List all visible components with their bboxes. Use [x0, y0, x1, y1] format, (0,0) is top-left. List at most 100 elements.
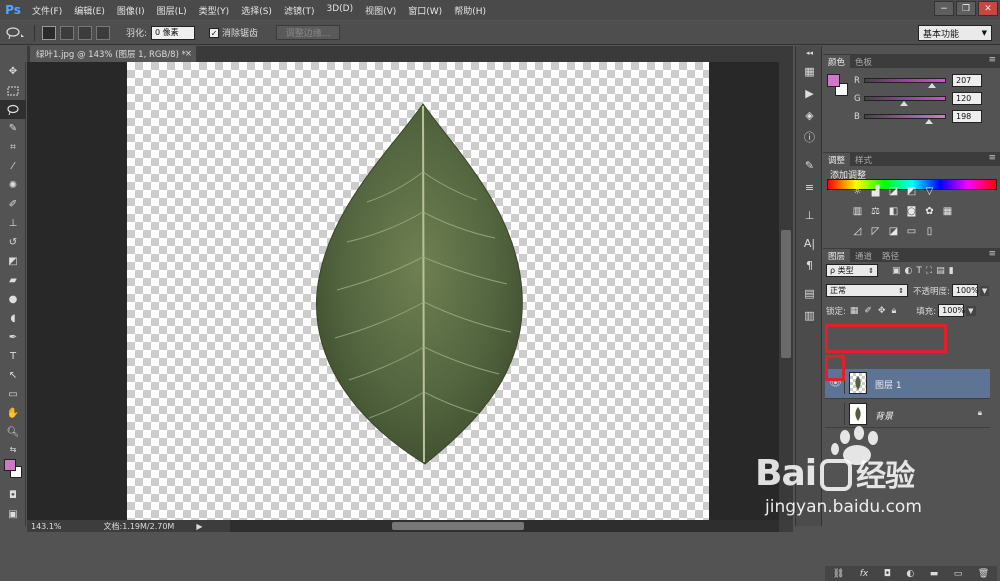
- lock-position-icon[interactable]: ✥: [878, 306, 886, 316]
- layer-name[interactable]: 背景: [875, 409, 893, 422]
- screen-mode-icon[interactable]: ▣: [0, 505, 26, 524]
- lasso-tool-icon[interactable]: [0, 100, 26, 119]
- panel-menu-icon[interactable]: ≡: [988, 153, 996, 163]
- layer-row[interactable]: 背景 🔒︎: [825, 400, 990, 428]
- slider-knob[interactable]: [925, 119, 933, 124]
- minimize-button[interactable]: −: [934, 1, 954, 16]
- filter-toggle-icon[interactable]: ▮: [949, 266, 954, 276]
- menu-item[interactable]: 帮助(H): [448, 4, 492, 17]
- fill-dropdown-icon[interactable]: ▼: [966, 305, 976, 316]
- delete-layer-icon[interactable]: 🗑︎: [978, 569, 989, 579]
- restore-button[interactable]: ❐: [956, 1, 976, 16]
- layer-comps-icon[interactable]: ▥: [796, 304, 823, 326]
- lock-transparent-icon[interactable]: ▦: [850, 306, 859, 316]
- lasso-preset-icon[interactable]: [0, 26, 30, 40]
- gradient-map-icon[interactable]: ▯: [921, 224, 938, 239]
- fg-color-preview[interactable]: [827, 74, 840, 87]
- pen-tool-icon[interactable]: ✒: [0, 328, 26, 347]
- photo-filter-icon[interactable]: ◙: [903, 204, 920, 219]
- opacity-dropdown-icon[interactable]: ▼: [979, 285, 990, 296]
- shape-tool-icon[interactable]: ▭: [0, 385, 26, 404]
- layer-thumbnail[interactable]: [849, 372, 867, 394]
- tab-swatches[interactable]: 色板: [850, 55, 877, 68]
- move-tool-icon[interactable]: ✥: [0, 62, 26, 81]
- document-tab[interactable]: 绿叶1.jpg @ 143% (图层 1, RGB/8) * ×: [30, 46, 196, 62]
- navigator-panel-icon[interactable]: ◈: [796, 104, 823, 126]
- zoom-readout[interactable]: 143.1%: [31, 522, 62, 531]
- marquee-tool-icon[interactable]: [0, 81, 26, 100]
- eyedropper-icon[interactable]: ⁄: [0, 157, 26, 176]
- zoom-tool-icon[interactable]: 🔍︎: [0, 423, 26, 442]
- menu-item[interactable]: 3D(D): [320, 4, 359, 17]
- color-lookup-icon[interactable]: ▦: [939, 204, 956, 219]
- foreground-color-swatch[interactable]: [4, 459, 16, 471]
- layer-row[interactable]: 👁︎ 图层 1: [825, 369, 990, 399]
- opacity-input[interactable]: 100%: [951, 284, 979, 297]
- hand-tool-icon[interactable]: ✋: [0, 404, 26, 423]
- status-menu-arrow-icon[interactable]: ▶: [196, 522, 202, 531]
- levels-icon[interactable]: ▟: [867, 184, 884, 199]
- intersect-selection-icon[interactable]: [96, 25, 110, 40]
- menu-item[interactable]: 类型(Y): [193, 4, 236, 17]
- history-panel-icon[interactable]: ▦: [796, 60, 823, 82]
- brightness-icon[interactable]: ☼: [849, 184, 866, 199]
- vertical-scroll-thumb[interactable]: [781, 230, 791, 358]
- curves-icon[interactable]: ◪: [885, 184, 902, 199]
- menu-item[interactable]: 窗口(W): [402, 4, 448, 17]
- lock-pixels-icon[interactable]: ✐: [864, 306, 872, 316]
- channel-mixer-icon[interactable]: ✿: [921, 204, 938, 219]
- menu-item[interactable]: 视图(V): [359, 4, 402, 17]
- type-tool-icon[interactable]: T: [0, 347, 26, 366]
- eraser-tool-icon[interactable]: ◩: [0, 252, 26, 271]
- selective-color-icon[interactable]: ▭: [903, 224, 920, 239]
- channel-slider[interactable]: [864, 96, 946, 106]
- menu-item[interactable]: 文件(F): [26, 4, 68, 17]
- clone-stamp-icon[interactable]: ⊥: [0, 214, 26, 233]
- channel-value-input[interactable]: 207: [952, 74, 982, 87]
- add-mask-icon[interactable]: ◘: [884, 569, 891, 579]
- tab-styles[interactable]: 样式: [850, 153, 877, 166]
- gradient-tool-icon[interactable]: ▰: [0, 271, 26, 290]
- filter-type-icon[interactable]: T: [916, 266, 922, 276]
- fill-input[interactable]: 100%: [938, 304, 965, 317]
- refine-edge-button[interactable]: 调整边缘...: [276, 25, 341, 40]
- blend-mode-select[interactable]: 正常 ⇕: [826, 284, 908, 297]
- layer-filter-select[interactable]: ρ 类型 ⇕: [826, 264, 878, 277]
- workspace-select[interactable]: 基本功能 ▼: [918, 25, 992, 41]
- tab-layers[interactable]: 图层: [823, 249, 851, 262]
- filter-adjust-icon[interactable]: ◐: [905, 266, 913, 276]
- color-swatches[interactable]: [0, 456, 26, 480]
- subtract-selection-icon[interactable]: [78, 25, 92, 40]
- new-group-icon[interactable]: ▬: [930, 569, 939, 579]
- menu-item[interactable]: 滤镜(T): [278, 4, 321, 17]
- new-adjustment-icon[interactable]: ◐: [906, 569, 914, 579]
- channel-slider[interactable]: [864, 114, 946, 124]
- tab-adjustments[interactable]: 调整: [823, 153, 851, 166]
- filter-shape-icon[interactable]: ⛶: [926, 266, 932, 276]
- black-white-icon[interactable]: ◧: [885, 204, 902, 219]
- slider-knob[interactable]: [928, 83, 936, 88]
- notes-panel-icon[interactable]: ▤: [796, 282, 823, 304]
- path-select-icon[interactable]: ↖: [0, 366, 26, 385]
- gradient-map-triangle-icon[interactable]: ▽: [921, 184, 938, 199]
- horizontal-scroll-thumb[interactable]: [392, 522, 524, 530]
- menu-item[interactable]: 图层(L): [151, 4, 193, 17]
- exposure-icon[interactable]: ◩: [903, 184, 920, 199]
- menu-item[interactable]: 编辑(E): [68, 4, 111, 17]
- paragraph-panel-icon[interactable]: ¶: [796, 254, 823, 276]
- quick-mask-icon[interactable]: ◘: [0, 486, 26, 505]
- document-canvas[interactable]: [127, 62, 709, 520]
- antialias-checkbox[interactable]: ✓: [209, 27, 220, 38]
- color-preview[interactable]: [827, 74, 849, 98]
- actions-panel-icon[interactable]: ▶: [796, 82, 823, 104]
- layer-thumbnail[interactable]: [849, 403, 867, 425]
- channel-value-input[interactable]: 198: [952, 110, 982, 123]
- collapse-icon[interactable]: ◂◂: [796, 46, 823, 60]
- invert-icon[interactable]: ◿: [849, 224, 866, 239]
- channel-value-input[interactable]: 120: [952, 92, 982, 105]
- lock-all-icon[interactable]: 🔒︎: [891, 306, 896, 316]
- link-layers-icon[interactable]: ⛓: [833, 569, 844, 579]
- vibrance-icon[interactable]: ▥: [849, 204, 866, 219]
- threshold-icon[interactable]: ◪: [885, 224, 902, 239]
- history-brush-icon[interactable]: ↺: [0, 233, 26, 252]
